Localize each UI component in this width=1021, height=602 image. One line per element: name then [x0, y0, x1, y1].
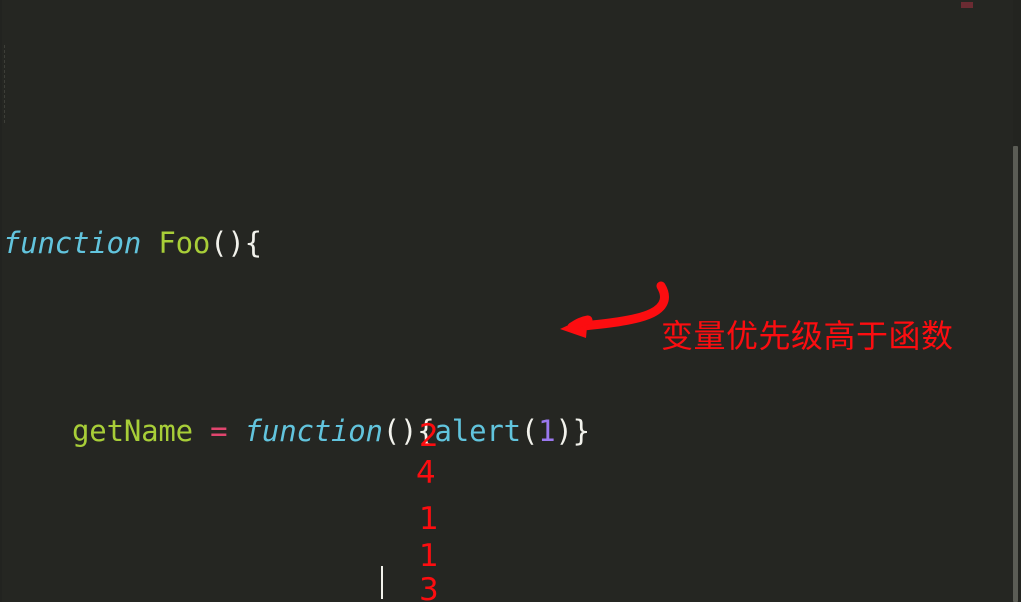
token-foo-name: Foo: [158, 226, 211, 260]
token-paren-open: (: [520, 413, 539, 448]
indent-guide: [4, 45, 5, 123]
annotation-note-text: 变量优先级高于函数: [661, 317, 954, 355]
token-number: 1: [538, 413, 556, 448]
annotation-result-5: 3: [419, 572, 439, 602]
vertical-scrollbar-thumb[interactable]: [1013, 146, 1018, 602]
token-brace-close: }: [572, 413, 590, 448]
minimap-marker[interactable]: [961, 2, 973, 8]
text-cursor-caret: [381, 566, 383, 599]
token-brace-open: {: [244, 226, 262, 260]
annotation-result-2: 4: [416, 455, 436, 491]
code-editor-screenshot: function Foo(){ getName = function(){ale…: [0, 0, 1021, 602]
token-parens: (): [382, 413, 418, 448]
annotation-result-1: 2: [419, 418, 439, 454]
code-line-1[interactable]: function Foo(){: [0, 225, 1021, 263]
code-line-2[interactable]: getName = function(){alert(1)}: [0, 413, 1021, 451]
annotation-result-3: 1: [419, 501, 439, 537]
annotation-result-4: 1: [419, 538, 439, 574]
token-function-keyword: function: [3, 226, 142, 260]
token-getname-ident: getName: [72, 413, 193, 448]
token-alert-call: alert: [434, 413, 522, 448]
code-content[interactable]: function Foo(){ getName = function(){ale…: [0, 0, 1021, 602]
token-equals: =: [210, 413, 228, 448]
token-parens: (): [210, 226, 245, 260]
token-function-keyword: function: [244, 413, 383, 448]
token-paren-close: ): [555, 413, 573, 448]
vertical-scrollbar-track[interactable]: [1013, 0, 1021, 602]
